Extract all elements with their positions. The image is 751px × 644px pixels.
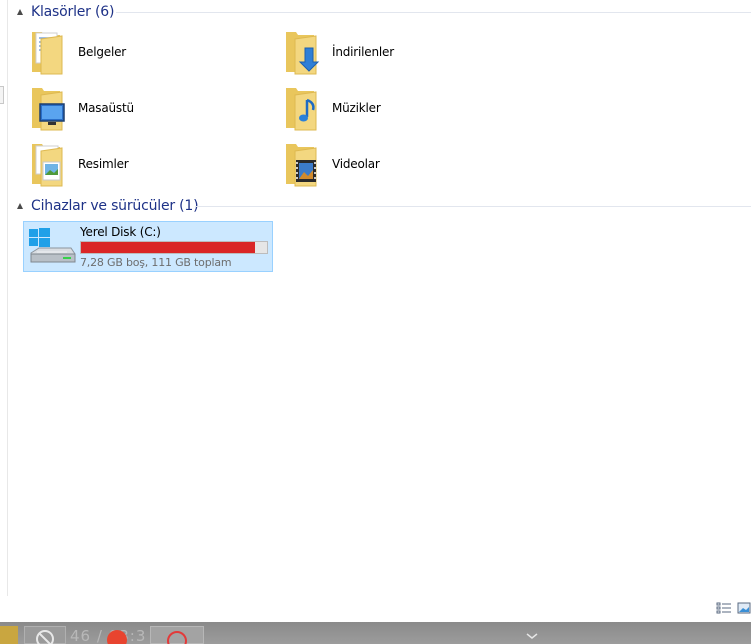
local-disk-windows-icon	[27, 227, 77, 269]
large-icons-view-icon[interactable]	[736, 600, 751, 616]
taskbar-folder-icon[interactable]	[0, 626, 18, 644]
collapse-triangle-icon[interactable]	[17, 9, 23, 15]
group-header-folders[interactable]: Klasörler (6)	[17, 4, 114, 20]
taskbar-browser-icon[interactable]	[104, 626, 130, 644]
drive-space-info: 7,28 GB boş, 111 GB toplam	[80, 256, 232, 269]
group-divider	[195, 206, 751, 207]
folder-label: Resimler	[78, 157, 129, 171]
drive-item-local-disk-c[interactable]: Yerel Disk (C:) 7,28 GB boş, 111 GB topl…	[23, 221, 273, 272]
folder-label: Videolar	[332, 157, 380, 171]
group-title: Cihazlar ve sürücüler (1)	[31, 198, 199, 214]
folder-item-masaustu[interactable]: Masaüstü	[26, 83, 266, 133]
power-ring-icon	[167, 631, 187, 644]
folder-item-muzikler[interactable]: Müzikler	[280, 83, 520, 133]
folder-item-resimler[interactable]: Resimler	[26, 139, 266, 189]
status-bar	[0, 596, 751, 622]
desktop-folder-icon	[26, 84, 68, 132]
documents-folder-icon	[26, 28, 68, 76]
group-header-devices[interactable]: Cihazlar ve sürücüler (1)	[17, 198, 199, 214]
group-title: Klasörler (6)	[31, 4, 115, 20]
drive-label: Yerel Disk (C:)	[80, 225, 161, 239]
taskbar-app-button[interactable]	[24, 626, 66, 644]
taskbar-app-button[interactable]	[150, 626, 204, 644]
folder-label: Belgeler	[78, 45, 126, 59]
details-view-icon[interactable]	[715, 600, 733, 616]
navigation-pane-edge	[0, 0, 8, 596]
folder-label: İndirilenler	[332, 45, 394, 59]
folder-item-videolar[interactable]: Videolar	[280, 139, 520, 189]
no-sign-icon	[36, 630, 54, 644]
folder-label: Masaüstü	[78, 101, 134, 115]
videos-folder-icon	[280, 140, 322, 188]
chevron-down-icon[interactable]	[525, 626, 539, 644]
folder-label: Müzikler	[332, 101, 381, 115]
music-folder-icon	[280, 84, 322, 132]
disk-usage-bar	[80, 241, 268, 254]
disk-usage-fill	[81, 242, 255, 253]
pictures-folder-icon	[26, 140, 68, 188]
folder-item-indirilenler[interactable]: İndirilenler	[280, 27, 520, 77]
downloads-folder-icon	[280, 28, 322, 76]
group-divider	[116, 12, 751, 13]
navigation-pane-splitter[interactable]	[0, 86, 4, 104]
taskbar: 46 / 03:3	[0, 622, 751, 644]
collapse-triangle-icon[interactable]	[17, 203, 23, 209]
folder-item-belgeler[interactable]: Belgeler	[26, 27, 266, 77]
